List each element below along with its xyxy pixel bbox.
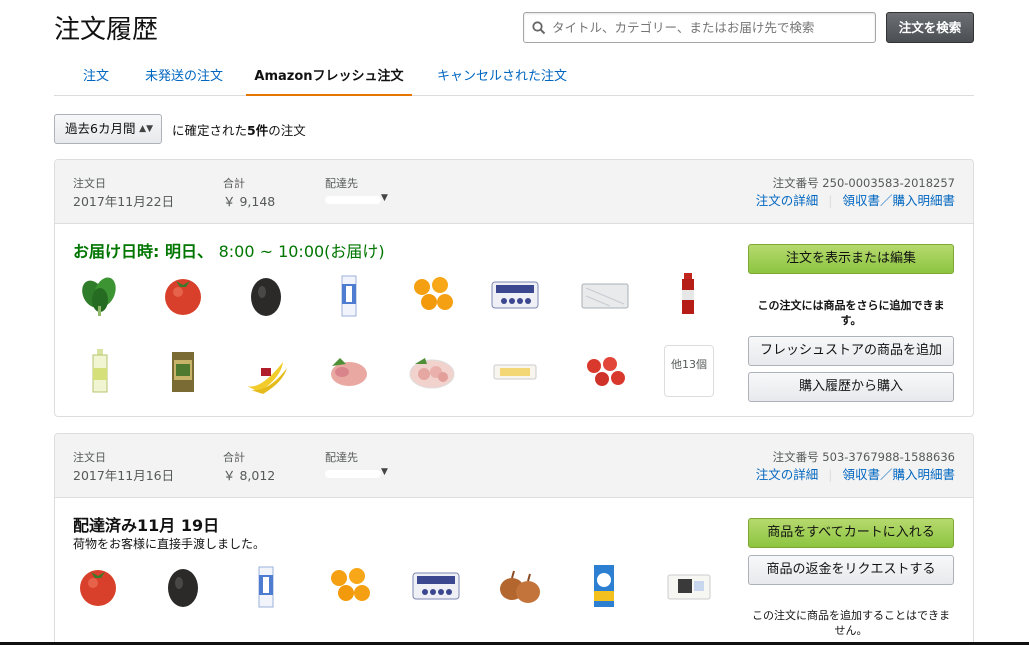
order-details-link[interactable]: 注文の詳細 (756, 467, 819, 482)
tea-box-icon[interactable] (158, 346, 208, 396)
more-items-box[interactable]: 他13個 (664, 345, 714, 397)
order-total-label: 合計 (223, 177, 245, 190)
bananas-icon[interactable] (241, 346, 291, 396)
period-select[interactable]: 過去6カ月間 ▲▼ (54, 114, 162, 144)
tomato-icon[interactable] (158, 270, 208, 320)
chicken-pack-icon[interactable] (407, 346, 457, 396)
filter-prefix: に確定された (172, 123, 248, 138)
tab-cancelled[interactable]: キャンセルされた注文 (430, 62, 574, 96)
order-header: 注文日 2017年11月22日 合計 ￥ 9,148 配達先 ▼ 注文番号 25… (55, 160, 973, 224)
delivery-status-label: お届け日時: 明日、 (73, 242, 213, 261)
add-fresh-store-items-button[interactable]: フレッシュストアの商品を追加 (748, 336, 954, 366)
order-date: 2017年11月22日 (73, 194, 175, 209)
tab-amazon-fresh[interactable]: Amazonフレッシュ注文 (246, 62, 412, 96)
tab-orders[interactable]: 注文 (72, 62, 120, 96)
order-count: 5件 (247, 123, 269, 138)
buy-from-history-button[interactable]: 購入履歴から購入 (748, 372, 954, 402)
milk-carton-icon[interactable] (324, 270, 374, 320)
mandarin-oranges-icon[interactable] (324, 561, 374, 611)
order-links: 注文の詳細 | 領収書／購入明細書 (755, 193, 955, 208)
order-number: 注文番号 250-0003583-2018257 (772, 176, 955, 190)
cannot-add-note: この注文に商品を追加することはできません。 (752, 609, 950, 637)
order-links: 注文の詳細 | 領収書／購入明細書 (755, 467, 955, 482)
detergent-bottle-icon[interactable] (579, 561, 629, 611)
add-all-to-cart-button[interactable]: 商品をすべてカートに入れる (748, 518, 954, 548)
page-title: 注文履歴 (54, 15, 159, 45)
tomato-icon[interactable] (73, 561, 123, 611)
order-total: ￥ 8,012 (223, 468, 276, 483)
ship-to-dropdown-icon[interactable]: ▼ (381, 467, 388, 477)
avocado-icon[interactable] (158, 561, 208, 611)
green-bottle-icon[interactable] (75, 346, 125, 396)
order-total-label: 合計 (223, 451, 245, 464)
mandarin-oranges-icon[interactable] (407, 270, 457, 320)
chicken-meat-icon[interactable] (324, 346, 374, 396)
filter-suffix: の注文 (268, 123, 306, 138)
period-select-value: 過去6カ月間 (65, 121, 136, 136)
order-count-text: に確定された5件の注文 (172, 120, 306, 139)
search-box[interactable] (523, 12, 876, 43)
order-total: ￥ 9,148 (223, 194, 276, 209)
red-apples-icon[interactable] (580, 346, 630, 396)
cheese-pack-icon[interactable] (490, 346, 540, 396)
search-input[interactable] (552, 20, 852, 35)
ship-to-label: 配達先 (325, 177, 358, 190)
onions-icon[interactable] (495, 561, 545, 611)
search-orders-button[interactable]: 注文を検索 (886, 12, 974, 43)
red-bottle-icon[interactable] (663, 270, 713, 320)
order-date-label: 注文日 (73, 177, 106, 190)
ship-to-label: 配達先 (325, 451, 358, 464)
ship-to-name-redacted (325, 196, 381, 204)
order-header: 注文日 2017年11月16日 合計 ￥ 8,012 配達先 ▼ 注文番号 50… (55, 434, 973, 498)
ship-to-dropdown-icon[interactable]: ▼ (381, 193, 388, 203)
order-number: 注文番号 503-3767988-1588636 (772, 450, 955, 464)
order-card: 注文日 2017年11月16日 合計 ￥ 8,012 配達先 ▼ 注文番号 50… (54, 433, 974, 645)
select-arrows-icon: ▲▼ (139, 124, 153, 134)
order-card: 注文日 2017年11月22日 合計 ￥ 9,148 配達先 ▼ 注文番号 25… (54, 159, 974, 417)
ship-to-name-redacted (325, 470, 381, 478)
tofu-pack-icon[interactable] (664, 561, 714, 611)
delivered-status: 配達済み11月 19日 (73, 516, 220, 535)
bag-pack-icon[interactable] (580, 270, 630, 320)
receipt-link[interactable]: 領収書／購入明細書 (842, 193, 955, 208)
delivery-status: お届け日時: 明日、 8:00 ~ 10:00(お届け) (73, 238, 385, 262)
request-refund-button[interactable]: 商品の返金をリクエストする (748, 555, 954, 585)
search-icon (532, 20, 546, 34)
receipt-link[interactable]: 領収書／購入明細書 (842, 467, 955, 482)
delivered-note: 荷物をお客様に直接手渡しました。 (73, 537, 266, 551)
order-details-link[interactable]: 注文の詳細 (756, 193, 819, 208)
avocado-icon[interactable] (241, 270, 291, 320)
order-date: 2017年11月16日 (73, 468, 175, 483)
spinach-icon[interactable] (75, 270, 125, 320)
blueberry-pack-icon[interactable] (490, 270, 540, 320)
order-date-label: 注文日 (73, 451, 106, 464)
milk-carton-icon[interactable] (241, 561, 291, 611)
tab-unshipped[interactable]: 未発送の注文 (134, 62, 234, 96)
delivery-time: 8:00 ~ 10:00(お届け) (218, 242, 385, 261)
order-tabs: 注文 未発送の注文 Amazonフレッシュ注文 キャンセルされた注文 (54, 62, 974, 96)
blueberry-pack-icon[interactable] (411, 561, 461, 611)
view-edit-order-button[interactable]: 注文を表示または編集 (748, 244, 954, 274)
add-items-note: この注文には商品をさらに追加できます。 (757, 299, 945, 327)
